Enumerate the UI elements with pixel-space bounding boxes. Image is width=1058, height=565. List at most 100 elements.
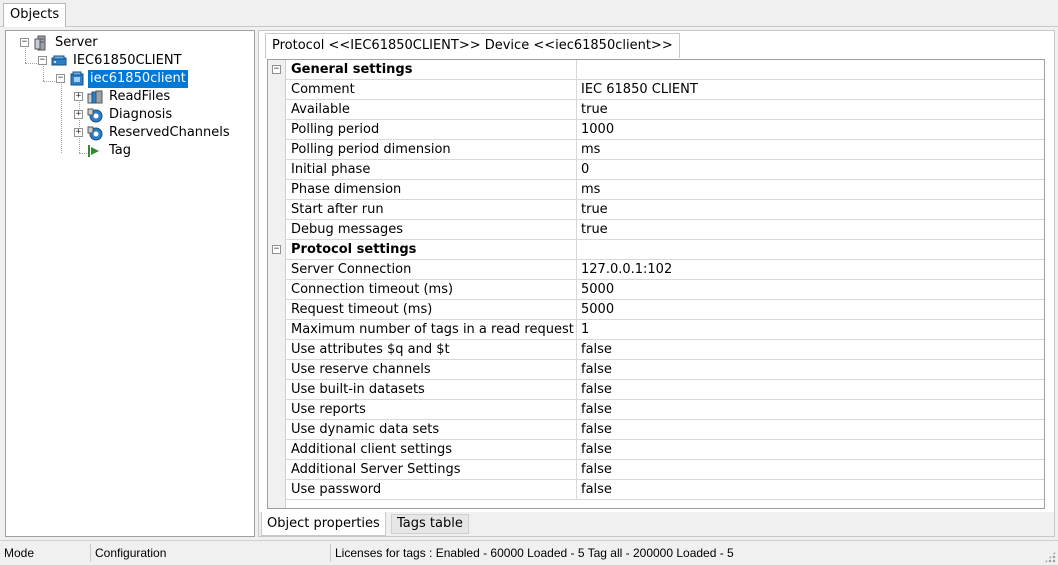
top-tab-strip: Objects xyxy=(0,0,1058,27)
property-value[interactable]: false xyxy=(577,460,1044,480)
status-mode: Mode xyxy=(4,546,35,560)
grid-property-row[interactable]: Comment IEC 61850 CLIENT xyxy=(286,80,1044,100)
property-value[interactable]: ms xyxy=(577,180,1044,200)
property-name: Additional client settings xyxy=(286,440,577,460)
protocol-icon xyxy=(51,53,67,69)
property-name: Server Connection xyxy=(286,260,577,280)
grid-property-row[interactable]: Use dynamic data sets false xyxy=(286,420,1044,440)
tree-item-label: Tag xyxy=(109,143,132,158)
tab-protocol-device[interactable]: Protocol <<IEC61850CLIENT>> Device <<iec… xyxy=(265,33,680,58)
property-value[interactable]: false xyxy=(577,480,1044,500)
grid-property-row[interactable]: Polling period dimension ms xyxy=(286,140,1044,160)
grid-property-row[interactable]: Polling period 1000 xyxy=(286,120,1044,140)
expand-icon[interactable]: + xyxy=(74,92,83,101)
tree-item-label: Diagnosis xyxy=(109,107,173,122)
resize-grip-icon[interactable] xyxy=(1044,551,1056,563)
collapse-icon[interactable]: − xyxy=(56,74,65,83)
tree-item-tag[interactable]: Tag xyxy=(6,142,254,160)
tree-item-label: ReadFiles xyxy=(109,89,171,104)
section-title: General settings xyxy=(286,60,577,80)
grid-property-row[interactable]: Available true xyxy=(286,100,1044,120)
property-value[interactable]: true xyxy=(577,200,1044,220)
tree-item-iec61850client-protocol[interactable]: − IEC61850CLIENT xyxy=(6,52,254,70)
property-value[interactable]: 127.0.0.1:102 xyxy=(577,260,1044,280)
property-name: Polling period xyxy=(286,120,577,140)
expand-icon[interactable]: + xyxy=(74,128,83,137)
tree-item-server[interactable]: − Server xyxy=(6,34,254,52)
property-value[interactable]: false xyxy=(577,380,1044,400)
property-name: Start after run xyxy=(286,200,577,220)
property-value xyxy=(577,60,1044,80)
status-bar: Mode Configuration Licenses for tags : E… xyxy=(0,540,1058,565)
property-value[interactable]: false xyxy=(577,420,1044,440)
tree-item-label: ReservedChannels xyxy=(109,125,230,140)
grid-property-row[interactable]: Server Connection 127.0.0.1:102 xyxy=(286,260,1044,280)
property-value[interactable]: IEC 61850 CLIENT xyxy=(577,80,1044,100)
grid-section-row[interactable]: General settings xyxy=(286,60,1044,80)
tree-item-readfiles[interactable]: + ReadFiles xyxy=(6,88,254,106)
grid-property-row[interactable]: Use built-in datasets false xyxy=(286,380,1044,400)
status-configuration: Configuration xyxy=(95,546,167,560)
property-value[interactable]: true xyxy=(577,100,1044,120)
property-value[interactable]: 0 xyxy=(577,160,1044,180)
grid-property-row[interactable]: Use attributes $q and $t false xyxy=(286,340,1044,360)
grid-property-row[interactable]: Maximum number of tags in a read request… xyxy=(286,320,1044,340)
property-value[interactable]: true xyxy=(577,220,1044,240)
tree-item-iec61850client-device[interactable]: − iec61850client xyxy=(6,70,254,88)
property-value[interactable]: ms xyxy=(577,140,1044,160)
grid-property-row[interactable]: Initial phase 0 xyxy=(286,160,1044,180)
property-name: Polling period dimension xyxy=(286,140,577,160)
property-grid[interactable]: − − General settings Comment IEC 61850 CLIE… xyxy=(267,59,1045,509)
property-name: Additional Server Settings xyxy=(286,460,577,480)
section-collapse-icon[interactable]: − xyxy=(272,65,281,74)
grid-property-row[interactable]: Phase dimension ms xyxy=(286,180,1044,200)
bottom-tab-strip: Object properties Tags table xyxy=(259,512,1054,536)
tree-item-label: iec61850client xyxy=(88,70,188,88)
property-value[interactable]: 1 xyxy=(577,320,1044,340)
grid-property-row[interactable]: Debug messages true xyxy=(286,220,1044,240)
collapse-icon[interactable]: − xyxy=(38,56,47,65)
tag-arrow-icon xyxy=(87,143,103,159)
grid-property-row[interactable]: Use reserve channels false xyxy=(286,360,1044,380)
section-title: Protocol settings xyxy=(286,240,577,260)
property-value[interactable]: false xyxy=(577,360,1044,380)
grid-property-row[interactable]: Request timeout (ms) 5000 xyxy=(286,300,1044,320)
grid-property-row[interactable]: Additional Server Settings false xyxy=(286,460,1044,480)
property-name: Connection timeout (ms) xyxy=(286,280,577,300)
property-value[interactable]: 5000 xyxy=(577,300,1044,320)
collapse-icon[interactable]: − xyxy=(20,38,29,47)
property-value[interactable]: false xyxy=(577,400,1044,420)
main-area: − Server − IEC61850CLIENT − iec61850clie… xyxy=(0,27,1058,540)
tree-item-diagnosis[interactable]: + Diagnosis xyxy=(6,106,254,124)
grid-property-row[interactable]: Start after run true xyxy=(286,200,1044,220)
properties-pane: Protocol <<IEC61850CLIENT>> Device <<iec… xyxy=(258,30,1055,537)
property-name: Use dynamic data sets xyxy=(286,420,577,440)
tree-item-label: Server xyxy=(55,35,98,50)
property-name: Use attributes $q and $t xyxy=(286,340,577,360)
property-name: Debug messages xyxy=(286,220,577,240)
object-tree[interactable]: − Server − IEC61850CLIENT − iec61850clie… xyxy=(5,30,255,537)
grid-property-row[interactable]: Additional client settings false xyxy=(286,440,1044,460)
tab-objects[interactable]: Objects xyxy=(3,3,67,27)
folder-group-icon xyxy=(87,89,103,105)
tab-tags-table[interactable]: Tags table xyxy=(391,514,469,534)
property-value[interactable]: false xyxy=(577,340,1044,360)
grid-property-row[interactable]: Use reports false xyxy=(286,400,1044,420)
grid-property-row[interactable]: Use password false xyxy=(286,480,1044,500)
tree-item-label: IEC61850CLIENT xyxy=(73,53,182,68)
tree-item-reservedchannels[interactable]: + ReservedChannels xyxy=(6,124,254,142)
expand-icon[interactable]: + xyxy=(74,110,83,119)
tab-object-properties[interactable]: Object properties xyxy=(261,512,386,536)
grid-section-row[interactable]: Protocol settings xyxy=(286,240,1044,260)
channels-icon xyxy=(87,125,103,141)
property-value[interactable]: false xyxy=(577,440,1044,460)
property-name: Use password xyxy=(286,480,577,500)
grid-property-row[interactable]: Connection timeout (ms) 5000 xyxy=(286,280,1044,300)
property-value[interactable]: 1000 xyxy=(577,120,1044,140)
property-name: Comment xyxy=(286,80,577,100)
status-licenses: Licenses for tags : Enabled - 60000 Load… xyxy=(335,546,734,560)
device-icon xyxy=(69,71,85,87)
section-collapse-icon[interactable]: − xyxy=(272,245,281,254)
property-name: Use reports xyxy=(286,400,577,420)
property-value[interactable]: 5000 xyxy=(577,280,1044,300)
